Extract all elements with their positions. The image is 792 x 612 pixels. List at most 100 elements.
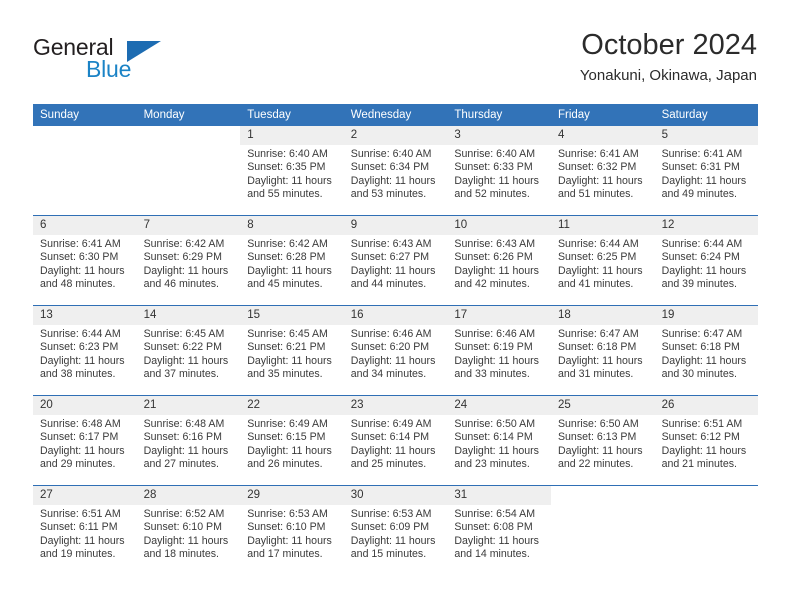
sunset-text: Sunset: 6:10 PM [143,521,222,534]
day-cell[interactable]: 6 Sunrise: 6:41 AM Sunset: 6:30 PM Daylight… [33,216,137,305]
day-cell[interactable]: 1 Sunrise: 6:40 AM Sunset: 6:35 PM Daylight… [240,126,344,215]
day-cell[interactable]: 12 Sunrise: 6:44 AM Sunset: 6:24 PM Dayligh… [654,216,759,305]
sunset-text: Sunset: 6:13 PM [557,431,637,444]
day-number: 20 [33,396,137,415]
day-cell[interactable]: 22 Sunrise: 6:49 AM Sunset: 6:15 PM Dayligh… [240,396,344,485]
day-number: 15 [240,306,344,325]
day-cell[interactable]: 14 Sunrise: 6:45 AM Sunset: 6:22 PM Dayligh… [136,306,241,395]
sunrise-text: Sunrise: 6:53 AM [350,508,432,520]
sunrise-text: Sunrise: 6:46 AM [350,328,432,340]
day-cell[interactable]: 28 Sunrise: 6:52 AM Sunset: 6:10 PM Dayligh… [136,486,241,575]
daylight-text: Daylight: 11 hours and 51 minutes. [557,174,643,200]
weekday-header-friday: Friday [550,104,655,126]
day-cell[interactable]: 10 Sunrise: 6:43 AM Sunset: 6:26 PM Dayligh… [447,216,551,305]
day-cell[interactable]: 31 Sunrise: 6:54 AM Sunset: 6:08 PM Dayligh… [447,486,551,575]
day-cell[interactable]: 19 Sunrise: 6:47 AM Sunset: 6:18 PM Dayligh… [654,306,759,395]
day-cell[interactable]: 20 Sunrise: 6:48 AM Sunset: 6:17 PM Dayligh… [33,396,137,485]
sunrise-text: Sunrise: 6:49 AM [247,418,328,430]
day-cell[interactable]: 13 Sunrise: 6:44 AM Sunset: 6:23 PM Dayligh… [33,306,137,395]
sunrise-text: Sunrise: 6:54 AM [454,508,536,520]
day-cell[interactable]: 26 Sunrise: 6:51 AM Sunset: 6:12 PM Dayligh… [654,396,759,485]
day-cell[interactable]: 27 Sunrise: 6:51 AM Sunset: 6:11 PM Dayligh… [33,486,137,575]
sunrise-text: Sunrise: 6:40 AM [350,148,432,160]
daylight-text: Daylight: 11 hours and 23 minutes. [454,444,539,470]
sunset-text: Sunset: 6:29 PM [143,251,222,264]
day-cell[interactable]: 21 Sunrise: 6:48 AM Sunset: 6:16 PM Dayligh… [136,396,241,485]
sunrise-text: Sunrise: 6:44 AM [661,238,743,250]
day-cell[interactable]: 5 Sunrise: 6:41 AM Sunset: 6:31 PM Daylight… [654,126,759,215]
day-number [551,486,655,505]
sunset-text: Sunset: 6:31 PM [661,161,740,174]
day-cell[interactable] [136,126,241,215]
day-details: Sunrise: 6:44 AM Sunset: 6:24 PM Daylight:… [655,235,759,291]
sunrise-text: Sunrise: 6:48 AM [40,418,121,430]
sunrise-text: Sunrise: 6:47 AM [557,328,639,340]
sunrise-text: Sunrise: 6:50 AM [557,418,639,430]
day-cell[interactable]: 25 Sunrise: 6:50 AM Sunset: 6:13 PM Dayligh… [550,396,655,485]
day-cell[interactable] [550,486,655,575]
calendar-table: Sunday Monday Tuesday Wednesday Thursday… [33,104,759,575]
day-number: 18 [550,306,655,325]
day-details: Sunrise: 6:48 AM Sunset: 6:17 PM Daylight:… [33,415,137,471]
sunset-text: Sunset: 6:19 PM [454,341,533,354]
sunrise-text: Sunrise: 6:43 AM [454,238,536,250]
sunrise-text: Sunrise: 6:46 AM [454,328,536,340]
daylight-text: Daylight: 11 hours and 45 minutes. [247,264,332,290]
day-cell[interactable]: 9 Sunrise: 6:43 AM Sunset: 6:27 PM Daylight… [343,216,448,305]
day-details: Sunrise: 6:47 AM Sunset: 6:18 PM Daylight:… [551,325,655,381]
day-number [655,486,759,505]
sunset-text: Sunset: 6:25 PM [557,251,637,264]
sunset-text: Sunset: 6:35 PM [247,161,326,174]
daylight-text: Daylight: 11 hours and 18 minutes. [143,534,229,560]
sunset-text: Sunset: 6:11 PM [40,521,118,534]
day-cell[interactable] [33,126,137,215]
day-number: 10 [447,216,551,235]
day-details: Sunrise: 6:48 AM Sunset: 6:16 PM Daylight:… [137,415,241,471]
day-cell[interactable]: 23 Sunrise: 6:49 AM Sunset: 6:14 PM Dayligh… [343,396,448,485]
day-details: Sunrise: 6:44 AM Sunset: 6:23 PM Daylight:… [33,325,137,381]
sunset-text: Sunset: 6:09 PM [350,521,430,534]
day-details: Sunrise: 6:50 AM Sunset: 6:14 PM Daylight:… [447,415,551,471]
day-details: Sunrise: 6:42 AM Sunset: 6:29 PM Daylight:… [137,235,241,291]
week-row: 20 Sunrise: 6:48 AM Sunset: 6:17 PM Dayligh… [33,396,759,485]
day-details: Sunrise: 6:40 AM Sunset: 6:33 PM Daylight:… [447,145,551,201]
page-title: October 2024 [581,29,757,61]
daylight-text: Daylight: 11 hours and 14 minutes. [454,534,539,560]
day-cell[interactable] [654,486,759,575]
day-cell[interactable]: 15 Sunrise: 6:45 AM Sunset: 6:21 PM Dayligh… [240,306,344,395]
day-details: Sunrise: 6:54 AM Sunset: 6:08 PM Daylight:… [447,505,551,561]
calendar-page: General Blue October 2024 Yonakuni, Okin… [0,0,792,612]
daylight-text: Daylight: 11 hours and 48 minutes. [40,264,125,290]
day-cell[interactable]: 29 Sunrise: 6:53 AM Sunset: 6:10 PM Dayligh… [240,486,344,575]
day-cell[interactable]: 2 Sunrise: 6:40 AM Sunset: 6:34 PM Daylight… [343,126,448,215]
daylight-text: Daylight: 11 hours and 30 minutes. [661,354,747,380]
day-cell[interactable]: 18 Sunrise: 6:47 AM Sunset: 6:18 PM Dayligh… [550,306,655,395]
day-number: 2 [343,126,448,145]
sunrise-text: Sunrise: 6:40 AM [247,148,328,160]
day-cell[interactable]: 24 Sunrise: 6:50 AM Sunset: 6:14 PM Dayligh… [447,396,551,485]
day-number: 23 [343,396,448,415]
day-number: 31 [447,486,551,505]
day-number: 30 [343,486,448,505]
day-cell[interactable]: 8 Sunrise: 6:42 AM Sunset: 6:28 PM Daylight… [240,216,344,305]
day-cell[interactable]: 30 Sunrise: 6:53 AM Sunset: 6:09 PM Dayligh… [343,486,448,575]
day-cell[interactable]: 7 Sunrise: 6:42 AM Sunset: 6:29 PM Daylight… [136,216,241,305]
general-blue-logo[interactable]: General Blue [33,34,233,86]
calendar-header-row: Sunday Monday Tuesday Wednesday Thursday… [33,104,759,126]
sunrise-text: Sunrise: 6:45 AM [247,328,328,340]
day-details: Sunrise: 6:53 AM Sunset: 6:10 PM Daylight:… [240,505,344,561]
day-cell[interactable]: 4 Sunrise: 6:41 AM Sunset: 6:32 PM Daylight… [550,126,655,215]
sunset-text: Sunset: 6:26 PM [454,251,533,264]
day-cell[interactable]: 3 Sunrise: 6:40 AM Sunset: 6:33 PM Daylight… [447,126,551,215]
day-cell[interactable]: 16 Sunrise: 6:46 AM Sunset: 6:20 PM Dayligh… [343,306,448,395]
day-cell[interactable]: 11 Sunrise: 6:44 AM Sunset: 6:25 PM Dayligh… [550,216,655,305]
sunrise-text: Sunrise: 6:53 AM [247,508,328,520]
day-cell[interactable]: 17 Sunrise: 6:46 AM Sunset: 6:19 PM Dayligh… [447,306,551,395]
day-number: 6 [33,216,137,235]
day-number: 5 [654,126,759,145]
day-details: Sunrise: 6:45 AM Sunset: 6:22 PM Daylight:… [137,325,241,381]
daylight-text: Daylight: 11 hours and 41 minutes. [557,264,643,290]
calendar-body: 1 Sunrise: 6:40 AM Sunset: 6:35 PM Daylight… [33,126,759,575]
day-number: 16 [343,306,448,325]
sunset-text: Sunset: 6:17 PM [40,431,119,444]
